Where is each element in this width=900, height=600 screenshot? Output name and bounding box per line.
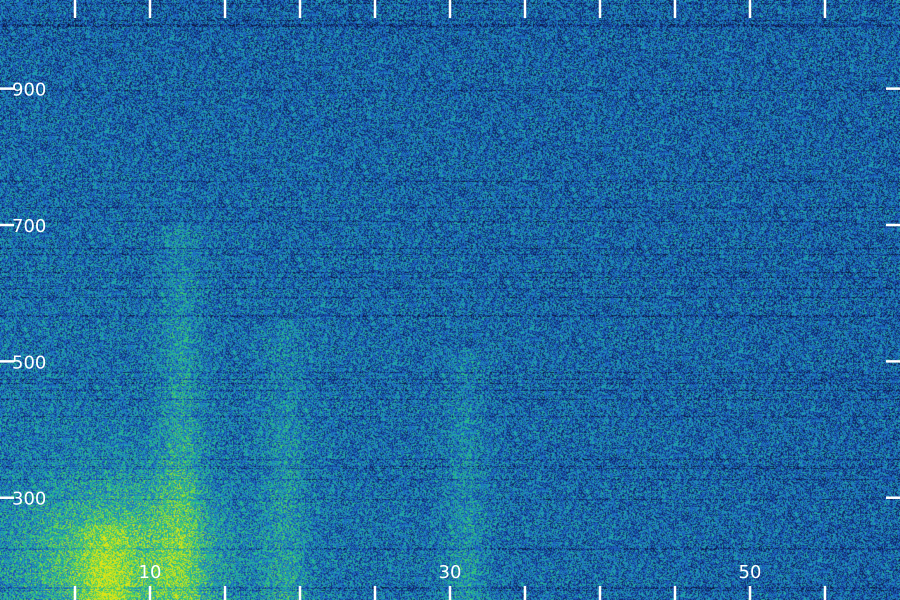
y-tick-label: 900 (12, 80, 46, 101)
x-ticks-top (73, 0, 827, 18)
y-tick-label: 300 (12, 489, 46, 510)
y-ticks-right (886, 87, 900, 499)
chart-axes: 10 30 50 300 500 700 900 (0, 0, 900, 600)
y-ticks-left (0, 87, 14, 499)
x-tick-label: 10 (139, 562, 162, 583)
x-ticks-bottom (73, 586, 827, 600)
y-tick-label: 500 (12, 352, 46, 373)
x-tick-label: 30 (439, 562, 462, 583)
x-tick-label: 50 (739, 562, 762, 583)
y-tick-label: 700 (12, 216, 46, 237)
spectrogram-chart: 10 30 50 300 500 700 900 (0, 0, 900, 600)
y-tick-labels: 300 500 700 900 (12, 80, 46, 510)
x-tick-labels: 10 30 50 (139, 562, 762, 583)
